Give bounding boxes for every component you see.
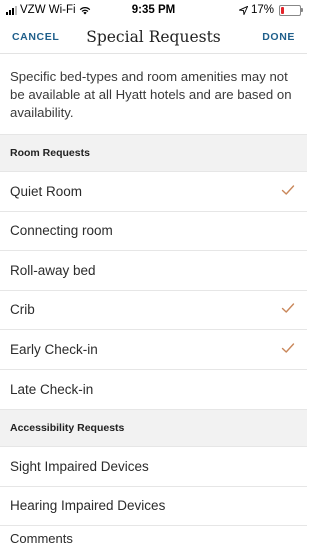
checkmark-icon bbox=[281, 301, 295, 318]
list-item-label: Early Check-in bbox=[10, 341, 98, 357]
list-item-early-check-in[interactable]: Early Check-in bbox=[0, 330, 307, 370]
list-item-crib[interactable]: Crib bbox=[0, 291, 307, 330]
section-header-room-requests: Room Requests bbox=[0, 134, 307, 172]
checkmark-icon bbox=[281, 183, 295, 200]
status-left: VZW Wi-Fi bbox=[6, 4, 91, 16]
list-item-label: Late Check-in bbox=[10, 381, 94, 397]
done-button[interactable]: DONE bbox=[262, 31, 295, 43]
room-requests-list: Quiet Room Connecting room Roll-away bed… bbox=[0, 172, 307, 409]
accessibility-requests-list: Sight Impaired Devices Hearing Impaired … bbox=[0, 447, 307, 526]
status-right: 17% bbox=[238, 4, 303, 16]
list-item-label: Connecting room bbox=[10, 223, 113, 239]
carrier-label: VZW Wi-Fi bbox=[20, 4, 76, 16]
wifi-icon bbox=[79, 6, 90, 14]
battery-percent: 17% bbox=[250, 4, 274, 16]
list-item-quiet-room[interactable]: Quiet Room bbox=[0, 172, 307, 212]
battery-fill bbox=[281, 6, 284, 14]
list-item-label: Hearing Impaired Devices bbox=[10, 498, 166, 514]
list-item-label: Sight Impaired Devices bbox=[10, 458, 149, 474]
list-item-late-check-in[interactable]: Late Check-in bbox=[0, 370, 307, 410]
section-header-accessibility-requests: Accessibility Requests bbox=[0, 409, 307, 447]
list-item-label: Crib bbox=[10, 302, 35, 318]
list-item-label: Roll-away bed bbox=[10, 262, 96, 278]
list-item-label: Quiet Room bbox=[10, 183, 83, 199]
signal-strength-icon bbox=[6, 5, 17, 15]
list-item-sight-impaired-devices[interactable]: Sight Impaired Devices bbox=[0, 447, 307, 487]
cancel-button[interactable]: CANCEL bbox=[12, 31, 59, 43]
status-bar: VZW Wi-Fi 9:35 PM 17% bbox=[0, 0, 307, 20]
comments-label[interactable]: Comments bbox=[0, 526, 307, 546]
checkmark-icon bbox=[281, 341, 295, 358]
battery-icon bbox=[279, 4, 303, 16]
list-item-hearing-impaired-devices[interactable]: Hearing Impaired Devices bbox=[0, 487, 307, 526]
list-item-roll-away-bed[interactable]: Roll-away bed bbox=[0, 251, 307, 291]
intro-text: Specific bed-types and room amenities ma… bbox=[10, 69, 292, 120]
location-arrow-icon bbox=[238, 5, 248, 15]
nav-bar: CANCEL Special Requests DONE bbox=[0, 20, 307, 54]
list-item-connecting-room[interactable]: Connecting room bbox=[0, 212, 307, 251]
